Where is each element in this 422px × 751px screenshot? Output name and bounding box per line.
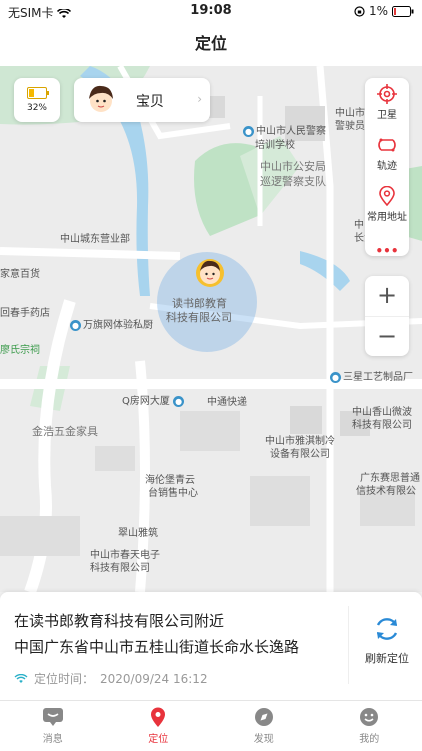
poi-icon: ● — [243, 126, 254, 137]
zoom-controls: + − — [365, 276, 409, 356]
map-label: 金浩五金家具 — [32, 423, 98, 439]
track-button[interactable]: 轨迹 — [365, 135, 409, 180]
map-label: 设备有限公司 — [270, 445, 330, 460]
device-avatar — [86, 84, 116, 116]
tab-label: 发现 — [254, 734, 274, 745]
map-label: ●中山市人民警察 — [243, 122, 326, 137]
tab-label: 我的 — [359, 734, 379, 745]
location-time-value: 2020/09/24 16:12 — [100, 672, 208, 686]
tab-location[interactable]: 定位 — [106, 701, 212, 751]
tab-label: 消息 — [43, 734, 63, 745]
map-label: 科技有限公司 — [90, 559, 150, 574]
location-time-row: 定位时间： 2020/09/24 16:12 — [14, 670, 208, 687]
more-icon: ••• — [375, 244, 398, 258]
satellite-label: 卫星 — [377, 110, 397, 121]
refresh-icon — [372, 614, 402, 644]
compass-icon — [253, 707, 275, 727]
map-label: 科技有限公司 — [166, 309, 232, 325]
device-name: 宝贝 — [136, 91, 164, 111]
location-pin-icon — [147, 707, 169, 727]
rotation-lock-icon — [354, 6, 365, 17]
map-label: Q房网大厦 ● — [122, 392, 186, 407]
map-view[interactable]: ●中山市人民警察 培训学校 中山市公安局 巡逻警察支队 中山市 警驶员 中山城东… — [0, 66, 422, 592]
map-label: 巡逻警察支队 — [260, 173, 326, 189]
tab-label: 定位 — [148, 734, 168, 745]
signal-icon — [14, 674, 28, 684]
poi-icon: ● — [70, 320, 81, 331]
battery-icon — [392, 6, 414, 17]
location-info-card: 在读书郎教育科技有限公司附近 中国广东省中山市五桂山街道长命水长逸路 定位时间：… — [0, 592, 422, 700]
poi-icon: ● — [330, 372, 341, 383]
map-label: 廖氏宗祠 — [0, 341, 40, 356]
message-icon — [42, 707, 64, 727]
status-right: 1% — [354, 4, 414, 18]
map-label: ●三星工艺制品厂 — [330, 368, 413, 383]
nav-bar: 定位 — [0, 24, 422, 66]
page-title: 定位 — [195, 34, 227, 53]
device-selector[interactable]: 宝贝 › — [74, 78, 210, 122]
tab-profile[interactable]: 我的 — [317, 701, 422, 751]
track-icon — [377, 135, 397, 155]
location-time-label: 定位时间： — [34, 670, 94, 687]
refresh-location-button[interactable]: 刷新定位 — [352, 614, 422, 666]
location-pin-icon — [377, 186, 397, 206]
map-label: 中通快递 — [207, 393, 247, 408]
status-bar: 无SIM卡 19:08 1% — [0, 0, 422, 24]
tab-discover[interactable]: 发现 — [211, 701, 317, 751]
profile-icon — [358, 707, 380, 727]
tab-messages[interactable]: 消息 — [0, 701, 106, 751]
location-marker-avatar[interactable] — [195, 258, 225, 290]
device-battery-card: 32% — [14, 78, 60, 122]
map-label: 台销售中心 — [148, 484, 198, 499]
map-label: 警驶员 — [335, 117, 365, 132]
map-label: 信技术有限公 — [356, 482, 416, 497]
common-address-label: 常用地址 — [367, 212, 407, 223]
map-label: 培训学校 — [255, 136, 295, 151]
tab-bar: 消息 定位 发现 我的 — [0, 700, 422, 751]
map-label: 家意百货 — [0, 265, 40, 280]
chevron-right-icon: › — [197, 92, 202, 106]
battery-level-icon — [27, 87, 47, 99]
zoom-out-button[interactable]: − — [365, 316, 409, 357]
battery-percent: 1% — [369, 4, 388, 18]
refresh-label: 刷新定位 — [365, 652, 409, 665]
map-label: 翠山雅筑 — [118, 524, 158, 539]
map-label: 科技有限公司 — [352, 416, 412, 431]
satellite-button[interactable]: 卫星 — [365, 84, 409, 129]
location-summary: 在读书郎教育科技有限公司附近 — [14, 610, 224, 631]
map-label: 中山城东营业部 — [60, 230, 130, 245]
common-address-button[interactable]: 常用地址 — [365, 186, 409, 231]
poi-icon: ● — [173, 396, 184, 407]
map-label: 中山市公安局 — [260, 158, 326, 174]
satellite-icon — [377, 84, 397, 104]
zoom-in-button[interactable]: + — [365, 276, 409, 316]
track-label: 轨迹 — [377, 161, 397, 172]
more-button[interactable]: ••• — [365, 231, 409, 276]
map-label: 回春手药店 — [0, 304, 50, 319]
map-toolbar: 卫星 轨迹 常用地址 ••• — [365, 78, 409, 256]
map-label: ●万旗网体验私厨 — [70, 316, 153, 331]
location-address: 中国广东省中山市五桂山街道长命水长逸路 — [14, 636, 299, 657]
device-battery-percent: 32% — [14, 103, 60, 113]
divider — [348, 606, 349, 684]
